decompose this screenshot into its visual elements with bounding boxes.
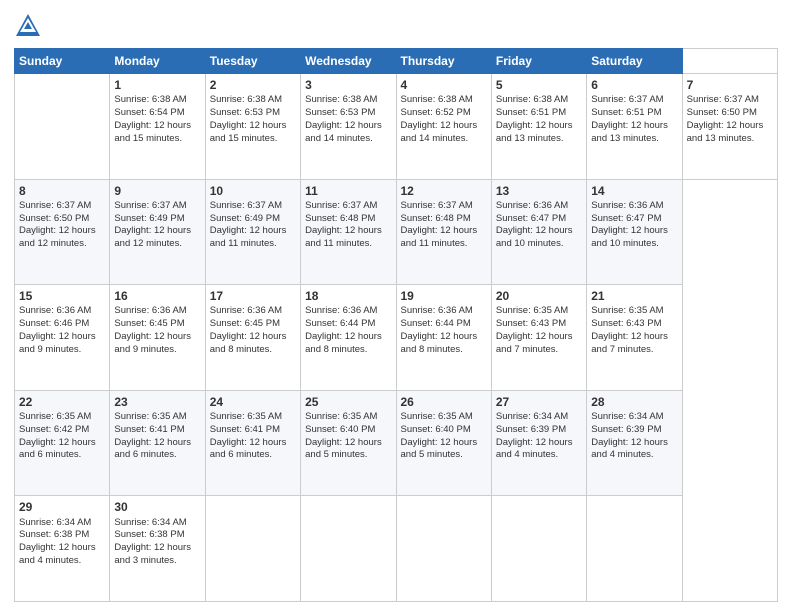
page-container: SundayMondayTuesdayWednesdayThursdayFrid… [0, 0, 792, 612]
day-number: 17 [210, 288, 296, 304]
day-number: 21 [591, 288, 677, 304]
header [14, 12, 778, 40]
calendar-cell: 21Sunrise: 6:35 AMSunset: 6:43 PMDayligh… [587, 285, 682, 391]
day-number: 19 [401, 288, 487, 304]
calendar-cell: 17Sunrise: 6:36 AMSunset: 6:45 PMDayligh… [205, 285, 300, 391]
day-number: 29 [19, 499, 105, 515]
day-number: 1 [114, 77, 200, 93]
calendar-cell: 20Sunrise: 6:35 AMSunset: 6:43 PMDayligh… [491, 285, 586, 391]
logo [14, 12, 46, 40]
day-number: 9 [114, 183, 200, 199]
calendar-cell: 14Sunrise: 6:36 AMSunset: 6:47 PMDayligh… [587, 179, 682, 285]
day-number: 20 [496, 288, 582, 304]
calendar-week-row: 1Sunrise: 6:38 AMSunset: 6:54 PMDaylight… [15, 74, 778, 180]
logo-icon [14, 12, 42, 40]
calendar-cell: 13Sunrise: 6:36 AMSunset: 6:47 PMDayligh… [491, 179, 586, 285]
day-number: 15 [19, 288, 105, 304]
day-number: 10 [210, 183, 296, 199]
calendar-cell: 30Sunrise: 6:34 AMSunset: 6:38 PMDayligh… [110, 496, 205, 602]
calendar-cell [205, 496, 300, 602]
calendar-cell: 29Sunrise: 6:34 AMSunset: 6:38 PMDayligh… [15, 496, 110, 602]
calendar-cell: 9Sunrise: 6:37 AMSunset: 6:49 PMDaylight… [110, 179, 205, 285]
calendar-cell: 19Sunrise: 6:36 AMSunset: 6:44 PMDayligh… [396, 285, 491, 391]
day-header-wednesday: Wednesday [301, 49, 396, 74]
day-number: 26 [401, 394, 487, 410]
day-number: 11 [305, 183, 391, 199]
calendar-cell: 27Sunrise: 6:34 AMSunset: 6:39 PMDayligh… [491, 390, 586, 496]
day-header-sunday: Sunday [15, 49, 110, 74]
calendar-cell [491, 496, 586, 602]
calendar-cell: 24Sunrise: 6:35 AMSunset: 6:41 PMDayligh… [205, 390, 300, 496]
day-number: 25 [305, 394, 391, 410]
day-number: 30 [114, 499, 200, 515]
calendar-cell: 3Sunrise: 6:38 AMSunset: 6:53 PMDaylight… [301, 74, 396, 180]
calendar-cell: 18Sunrise: 6:36 AMSunset: 6:44 PMDayligh… [301, 285, 396, 391]
day-number: 12 [401, 183, 487, 199]
day-number: 6 [591, 77, 677, 93]
calendar-cell [301, 496, 396, 602]
day-number: 4 [401, 77, 487, 93]
calendar-week-row: 22Sunrise: 6:35 AMSunset: 6:42 PMDayligh… [15, 390, 778, 496]
calendar-cell: 2Sunrise: 6:38 AMSunset: 6:53 PMDaylight… [205, 74, 300, 180]
calendar-week-row: 15Sunrise: 6:36 AMSunset: 6:46 PMDayligh… [15, 285, 778, 391]
calendar-cell: 5Sunrise: 6:38 AMSunset: 6:51 PMDaylight… [491, 74, 586, 180]
day-number: 14 [591, 183, 677, 199]
calendar-cell: 10Sunrise: 6:37 AMSunset: 6:49 PMDayligh… [205, 179, 300, 285]
calendar-cell [396, 496, 491, 602]
day-number: 5 [496, 77, 582, 93]
calendar-week-row: 29Sunrise: 6:34 AMSunset: 6:38 PMDayligh… [15, 496, 778, 602]
calendar-cell: 15Sunrise: 6:36 AMSunset: 6:46 PMDayligh… [15, 285, 110, 391]
calendar-week-row: 8Sunrise: 6:37 AMSunset: 6:50 PMDaylight… [15, 179, 778, 285]
day-number: 3 [305, 77, 391, 93]
day-header-tuesday: Tuesday [205, 49, 300, 74]
day-number: 16 [114, 288, 200, 304]
day-number: 28 [591, 394, 677, 410]
calendar-cell: 11Sunrise: 6:37 AMSunset: 6:48 PMDayligh… [301, 179, 396, 285]
calendar-cell: 16Sunrise: 6:36 AMSunset: 6:45 PMDayligh… [110, 285, 205, 391]
calendar-cell: 1Sunrise: 6:38 AMSunset: 6:54 PMDaylight… [110, 74, 205, 180]
day-number: 13 [496, 183, 582, 199]
calendar-cell: 23Sunrise: 6:35 AMSunset: 6:41 PMDayligh… [110, 390, 205, 496]
day-header-monday: Monday [110, 49, 205, 74]
calendar-cell: 7Sunrise: 6:37 AMSunset: 6:50 PMDaylight… [682, 74, 777, 180]
calendar-cell [587, 496, 682, 602]
calendar-cell: 6Sunrise: 6:37 AMSunset: 6:51 PMDaylight… [587, 74, 682, 180]
day-number: 23 [114, 394, 200, 410]
calendar-header-row: SundayMondayTuesdayWednesdayThursdayFrid… [15, 49, 778, 74]
calendar-cell: 12Sunrise: 6:37 AMSunset: 6:48 PMDayligh… [396, 179, 491, 285]
day-number: 24 [210, 394, 296, 410]
calendar-cell: 28Sunrise: 6:34 AMSunset: 6:39 PMDayligh… [587, 390, 682, 496]
day-number: 7 [687, 77, 773, 93]
day-number: 2 [210, 77, 296, 93]
day-number: 8 [19, 183, 105, 199]
day-number: 18 [305, 288, 391, 304]
calendar-cell: 8Sunrise: 6:37 AMSunset: 6:50 PMDaylight… [15, 179, 110, 285]
day-number: 22 [19, 394, 105, 410]
day-number: 27 [496, 394, 582, 410]
calendar-cell: 22Sunrise: 6:35 AMSunset: 6:42 PMDayligh… [15, 390, 110, 496]
calendar-cell: 26Sunrise: 6:35 AMSunset: 6:40 PMDayligh… [396, 390, 491, 496]
calendar-cell [15, 74, 110, 180]
calendar-table: SundayMondayTuesdayWednesdayThursdayFrid… [14, 48, 778, 602]
day-header-thursday: Thursday [396, 49, 491, 74]
calendar-cell: 25Sunrise: 6:35 AMSunset: 6:40 PMDayligh… [301, 390, 396, 496]
day-header-saturday: Saturday [587, 49, 682, 74]
calendar-cell: 4Sunrise: 6:38 AMSunset: 6:52 PMDaylight… [396, 74, 491, 180]
day-header-friday: Friday [491, 49, 586, 74]
